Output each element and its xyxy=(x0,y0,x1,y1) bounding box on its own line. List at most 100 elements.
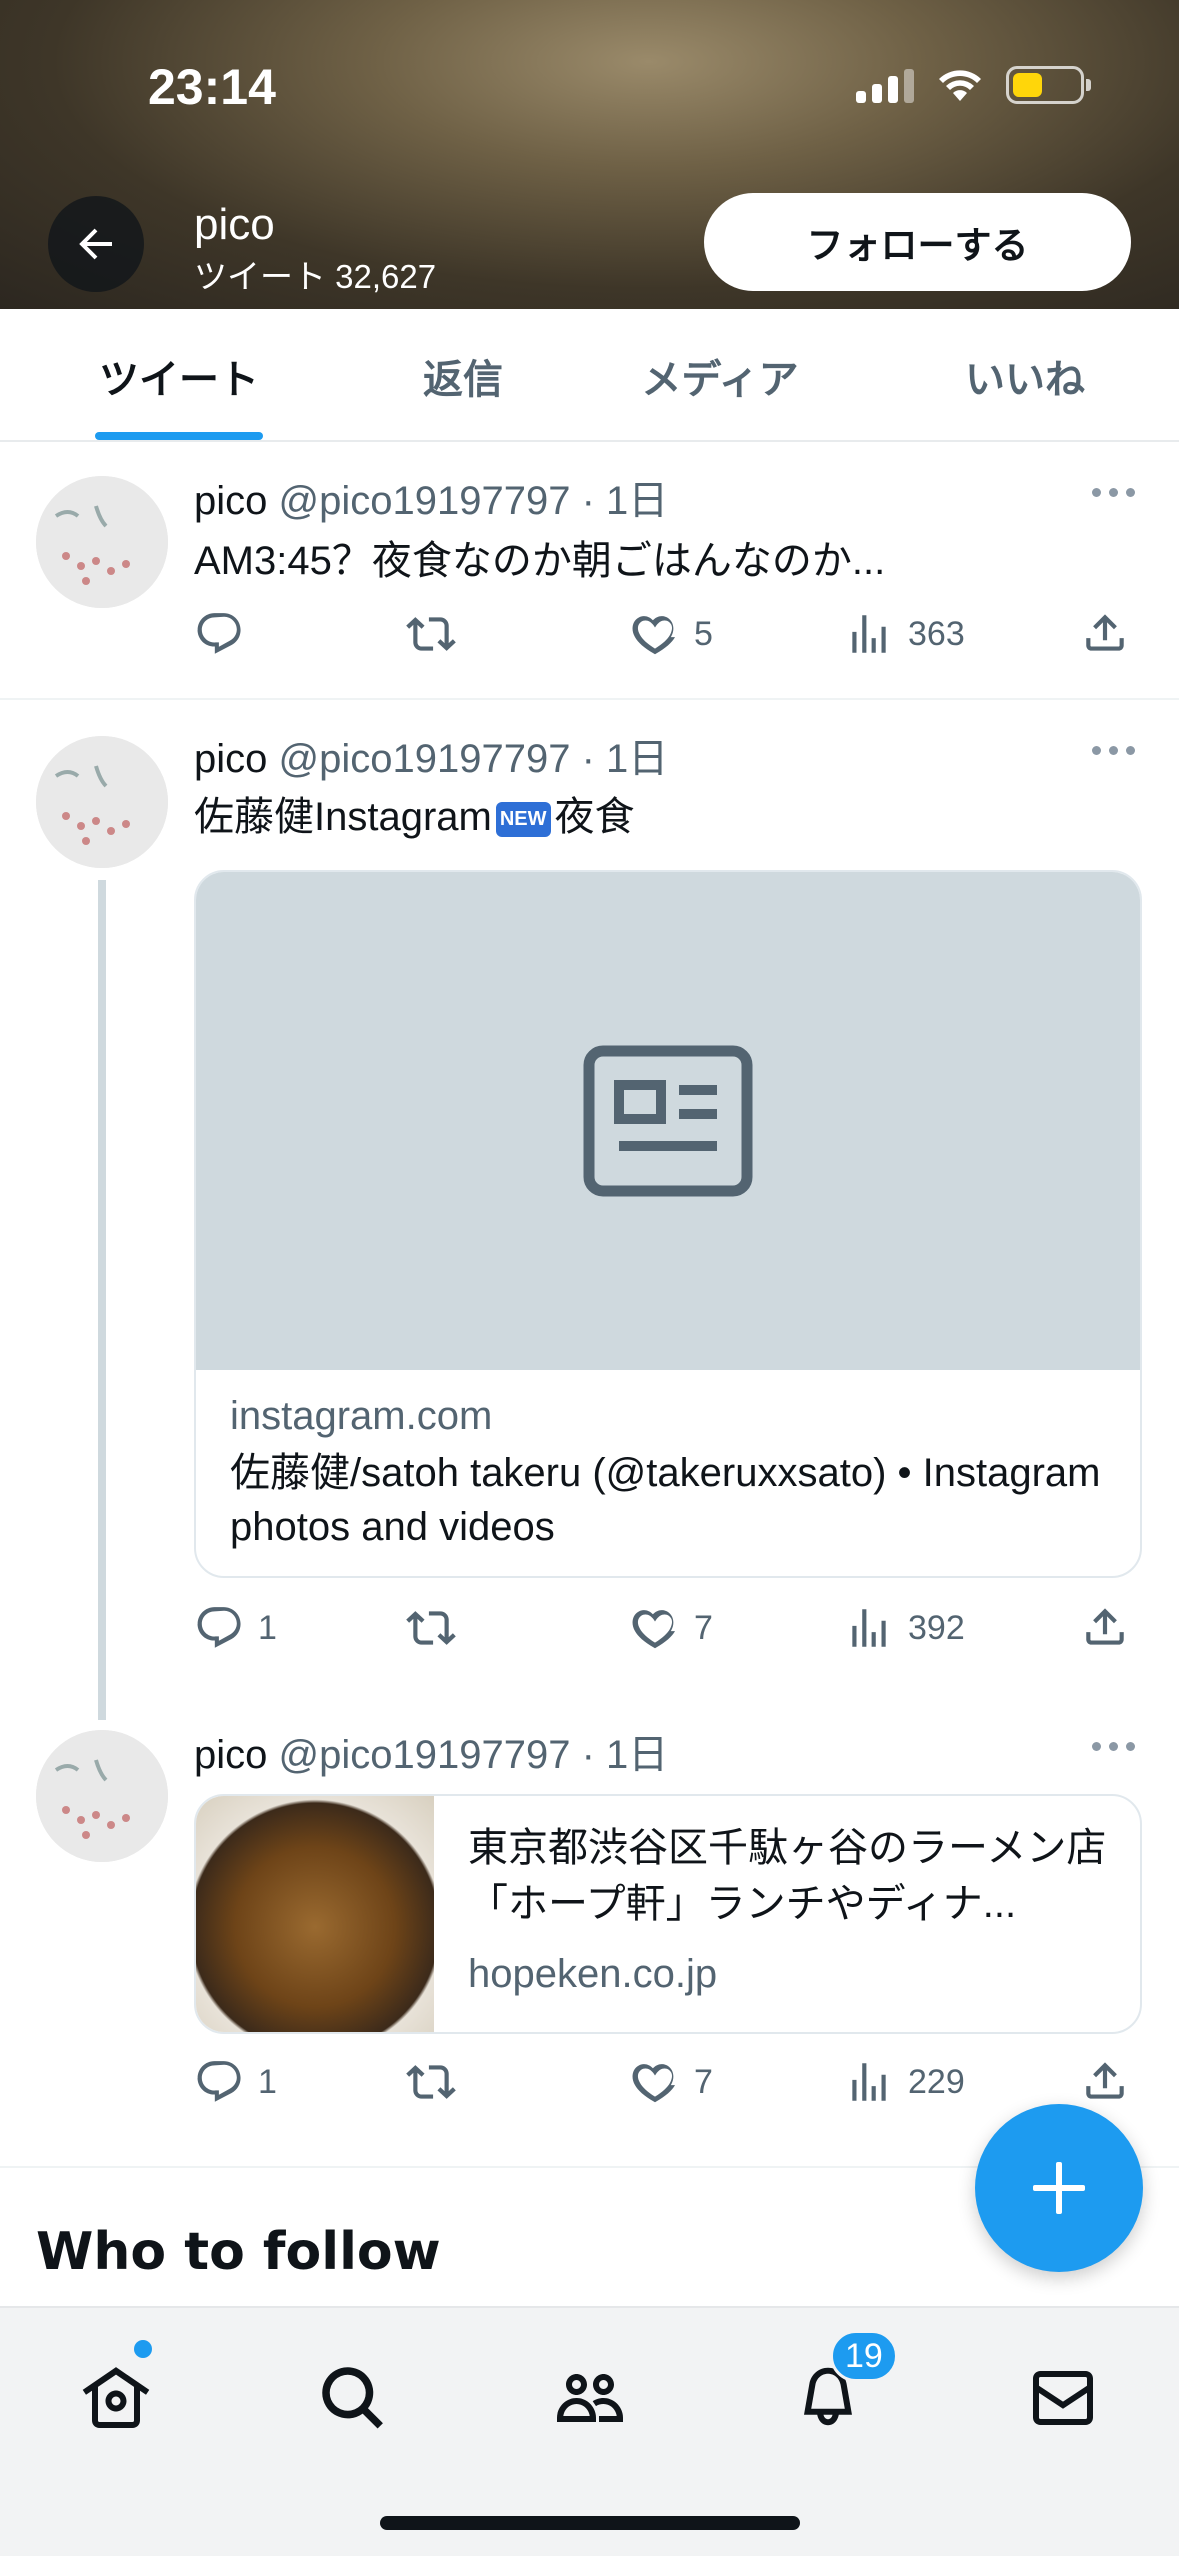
like-button[interactable]: 7 xyxy=(630,2052,713,2112)
tweet-text-part: 夜食 xyxy=(554,795,635,839)
tweet-handle[interactable]: @pico19197797 xyxy=(279,737,571,781)
views-button[interactable]: 392 xyxy=(844,1598,965,1658)
profile-name: pico xyxy=(194,200,275,249)
nav-messages[interactable] xyxy=(1013,2348,1113,2448)
like-count: 7 xyxy=(694,2062,713,2101)
tab-tweets[interactable]: ツイート xyxy=(60,309,298,442)
back-button[interactable] xyxy=(48,196,144,292)
avatar[interactable] xyxy=(36,736,168,868)
reply-button[interactable] xyxy=(194,604,244,664)
card-domain: instagram.com xyxy=(230,1394,493,1438)
arrow-left-icon xyxy=(79,228,112,260)
reply-count: 1 xyxy=(258,2062,277,2101)
like-count: 5 xyxy=(694,614,713,653)
tweet-header: pico @pico19197797 · 1日 xyxy=(194,479,669,523)
active-tab-indicator xyxy=(95,432,263,440)
tweet-text: AM3:45？夜食なのか朝ごはんなのか... xyxy=(194,539,886,583)
tweet-text-part: 佐藤健Instagram xyxy=(194,795,492,839)
view-count: 363 xyxy=(908,614,965,653)
avatar[interactable] xyxy=(36,1730,168,1862)
tweet-time: 1日 xyxy=(606,479,669,523)
communities-icon xyxy=(557,2374,623,2422)
more-options-icon[interactable] xyxy=(1092,746,1142,762)
more-options-icon[interactable] xyxy=(1092,488,1142,504)
avatar-image xyxy=(36,1730,168,1862)
home-new-dot xyxy=(134,2340,152,2358)
notifications-badge: 19 xyxy=(830,2330,898,2382)
tweet-author[interactable]: pico xyxy=(194,479,267,523)
tweet-author[interactable]: pico xyxy=(194,737,267,781)
retweet-icon xyxy=(406,617,456,651)
nav-search[interactable] xyxy=(303,2348,403,2448)
tweet-actions: 1 7 229 xyxy=(194,2052,1139,2112)
retweet-button[interactable] xyxy=(406,2052,456,2112)
reply-button[interactable]: 1 xyxy=(194,2052,277,2112)
new-emoji-badge: NEW xyxy=(495,801,551,837)
tab-media[interactable]: メディア xyxy=(610,309,830,442)
views-button[interactable]: 229 xyxy=(844,2052,965,2112)
tweet-time: 1日 xyxy=(606,1733,669,1777)
mail-icon xyxy=(1032,2371,1093,2425)
home-indicator xyxy=(380,2516,800,2530)
retweet-button[interactable] xyxy=(406,1598,456,1658)
retweet-button[interactable] xyxy=(406,604,456,664)
status-icons xyxy=(856,66,1091,104)
tweet-count: ツイート 32,627 xyxy=(194,258,437,295)
bar-chart-icon xyxy=(852,2063,886,2101)
reply-button[interactable]: 1 xyxy=(194,1598,277,1658)
like-button[interactable]: 7 xyxy=(630,1598,713,1658)
heart-icon xyxy=(632,1610,675,1649)
tweet-header: pico @pico19197797 · 1日 xyxy=(194,1733,669,1777)
share-icon xyxy=(1086,1608,1124,1645)
tweet[interactable]: pico @pico19197797 · 1日 東京都渋谷区千駄ヶ谷のラーメン店… xyxy=(0,1700,1179,2168)
who-to-follow-heading: Who to follow xyxy=(36,2222,441,2282)
profile-tabs: ツイート 返信 メディア いいね xyxy=(0,309,1179,442)
avatar-image xyxy=(36,736,168,868)
heart-icon xyxy=(632,616,675,655)
thread-line xyxy=(98,880,106,1720)
share-button[interactable] xyxy=(1080,604,1130,664)
more-options-icon[interactable] xyxy=(1092,1742,1142,1758)
search-icon xyxy=(322,2367,383,2429)
tab-likes[interactable]: いいね xyxy=(920,309,1130,442)
retweet-icon xyxy=(406,2065,456,2099)
card-domain: hopeken.co.jp xyxy=(468,1952,718,1996)
retweet-icon xyxy=(406,1611,456,1645)
share-button[interactable] xyxy=(1080,1598,1130,1658)
plus-icon xyxy=(1033,2162,1085,2214)
tweet-handle[interactable]: @pico19197797 xyxy=(279,1733,571,1777)
share-icon xyxy=(1086,614,1124,651)
link-card[interactable]: 東京都渋谷区千駄ヶ谷のラーメン店「ホープ軒」ランチやディナ... hopeken… xyxy=(194,1794,1142,2034)
nav-communities[interactable] xyxy=(540,2348,640,2448)
bar-chart-icon xyxy=(852,615,886,653)
tab-replies[interactable]: 返信 xyxy=(363,309,563,442)
tweet-time: 1日 xyxy=(606,737,669,781)
battery-icon xyxy=(1006,66,1091,104)
reply-icon xyxy=(197,613,241,654)
avatar-image xyxy=(36,476,168,608)
avatar[interactable] xyxy=(36,476,168,608)
tweet[interactable]: pico @pico19197797 · 1日 AM3:45？夜食なのか朝ごはん… xyxy=(0,442,1179,700)
tweet-handle[interactable]: @pico19197797 xyxy=(279,479,571,523)
share-button[interactable] xyxy=(1080,2052,1130,2112)
tweet-actions: 5 363 xyxy=(194,604,1139,664)
card-title: 東京都渋谷区千駄ヶ谷のラーメン店「ホープ軒」ランチやディナ... xyxy=(468,1826,1107,1926)
cellular-signal-icon xyxy=(856,67,914,103)
reply-icon xyxy=(197,1607,241,1648)
view-count: 229 xyxy=(908,2062,965,2101)
link-card[interactable]: instagram.com 佐藤健/satoh takeru (@takerux… xyxy=(194,870,1142,1578)
tweet-actions: 1 7 392 xyxy=(194,1598,1139,1658)
like-count: 7 xyxy=(694,1608,713,1647)
card-image-placeholder xyxy=(196,872,1140,1370)
tweet-text: 佐藤健Instagram NEW 夜食 xyxy=(194,784,635,842)
bar-chart-icon xyxy=(852,1609,886,1647)
tweet[interactable]: pico @pico19197797 · 1日 佐藤健Instagram NEW 夜… xyxy=(0,700,1179,1720)
like-button[interactable]: 5 xyxy=(630,604,713,664)
follow-button[interactable]: フォローする xyxy=(704,193,1131,291)
tweet-author[interactable]: pico xyxy=(194,1733,267,1777)
views-button[interactable]: 363 xyxy=(844,604,965,664)
compose-tweet-button[interactable] xyxy=(975,2104,1143,2272)
share-icon xyxy=(1086,2062,1124,2099)
status-time: 23:14 xyxy=(148,59,276,115)
nav-home[interactable] xyxy=(66,2348,166,2448)
